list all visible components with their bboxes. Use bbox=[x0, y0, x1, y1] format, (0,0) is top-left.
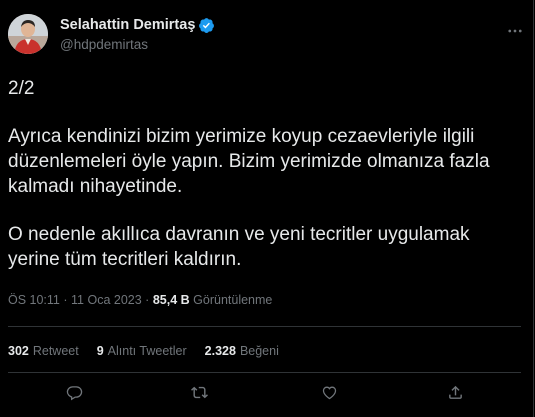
retweets-label: Retweet bbox=[32, 344, 79, 358]
user-names: Selahattin Demirtaş @hdpdemirtas bbox=[60, 16, 215, 52]
quotes-label: Alıntı Tweetler bbox=[107, 344, 187, 358]
retweets-count: 302 bbox=[8, 344, 29, 358]
action-bar bbox=[0, 380, 534, 404]
views-label: Görüntülenme bbox=[193, 293, 273, 307]
divider bbox=[8, 326, 521, 327]
retweet-icon[interactable] bbox=[187, 380, 211, 404]
heart-icon[interactable] bbox=[317, 380, 341, 404]
avatar[interactable] bbox=[8, 14, 48, 54]
tweet-stats: 302 Retweet 9 Alıntı Tweetler 2.328 Beğeni bbox=[8, 344, 279, 358]
likes-count: 2.328 bbox=[204, 344, 236, 358]
tweet-text: 2/2 Ayrıca kendinizi bizim yerimize koyu… bbox=[8, 76, 523, 272]
reply-icon[interactable] bbox=[62, 380, 86, 404]
avatar-photo bbox=[8, 14, 48, 54]
tweet-paragraph: O nedenle akıllıca davranın ve yeni tecr… bbox=[8, 224, 470, 270]
user-handle[interactable]: @hdpdemirtas bbox=[60, 37, 215, 52]
more-icon[interactable] bbox=[504, 20, 526, 42]
tweet-time[interactable]: ÖS 10:11 bbox=[8, 293, 60, 307]
tweet-counter: 2/2 bbox=[8, 78, 35, 99]
quotes-count: 9 bbox=[96, 344, 104, 358]
retweets-stat[interactable]: 302 Retweet bbox=[8, 344, 79, 358]
display-name-row: Selahattin Demirtaş bbox=[60, 16, 215, 34]
divider bbox=[8, 372, 521, 373]
likes-label: Beğeni bbox=[239, 344, 279, 358]
meta-separator: · bbox=[145, 293, 150, 307]
display-name[interactable]: Selahattin Demirtaş bbox=[60, 17, 195, 33]
tweet-header: Selahattin Demirtaş @hdpdemirtas bbox=[8, 14, 528, 58]
share-icon[interactable] bbox=[443, 380, 467, 404]
tweet-paragraph: Ayrıca kendinizi bizim yerimize koyup ce… bbox=[8, 126, 490, 197]
quotes-stat[interactable]: 9 Alıntı Tweetler bbox=[97, 344, 187, 358]
tweet-date[interactable]: 11 Oca 2023 bbox=[71, 293, 142, 307]
tweet-card: Selahattin Demirtaş @hdpdemirtas 2/2 Ayr… bbox=[0, 0, 534, 417]
meta-separator: · bbox=[63, 293, 68, 307]
likes-stat[interactable]: 2.328 Beğeni bbox=[205, 344, 279, 358]
tweet-meta: ÖS 10:11 · 11 Oca 2023 · 85,4 B Görüntül… bbox=[8, 293, 272, 307]
views-count: 85,4 B bbox=[152, 293, 190, 307]
verified-badge-icon bbox=[198, 17, 215, 34]
